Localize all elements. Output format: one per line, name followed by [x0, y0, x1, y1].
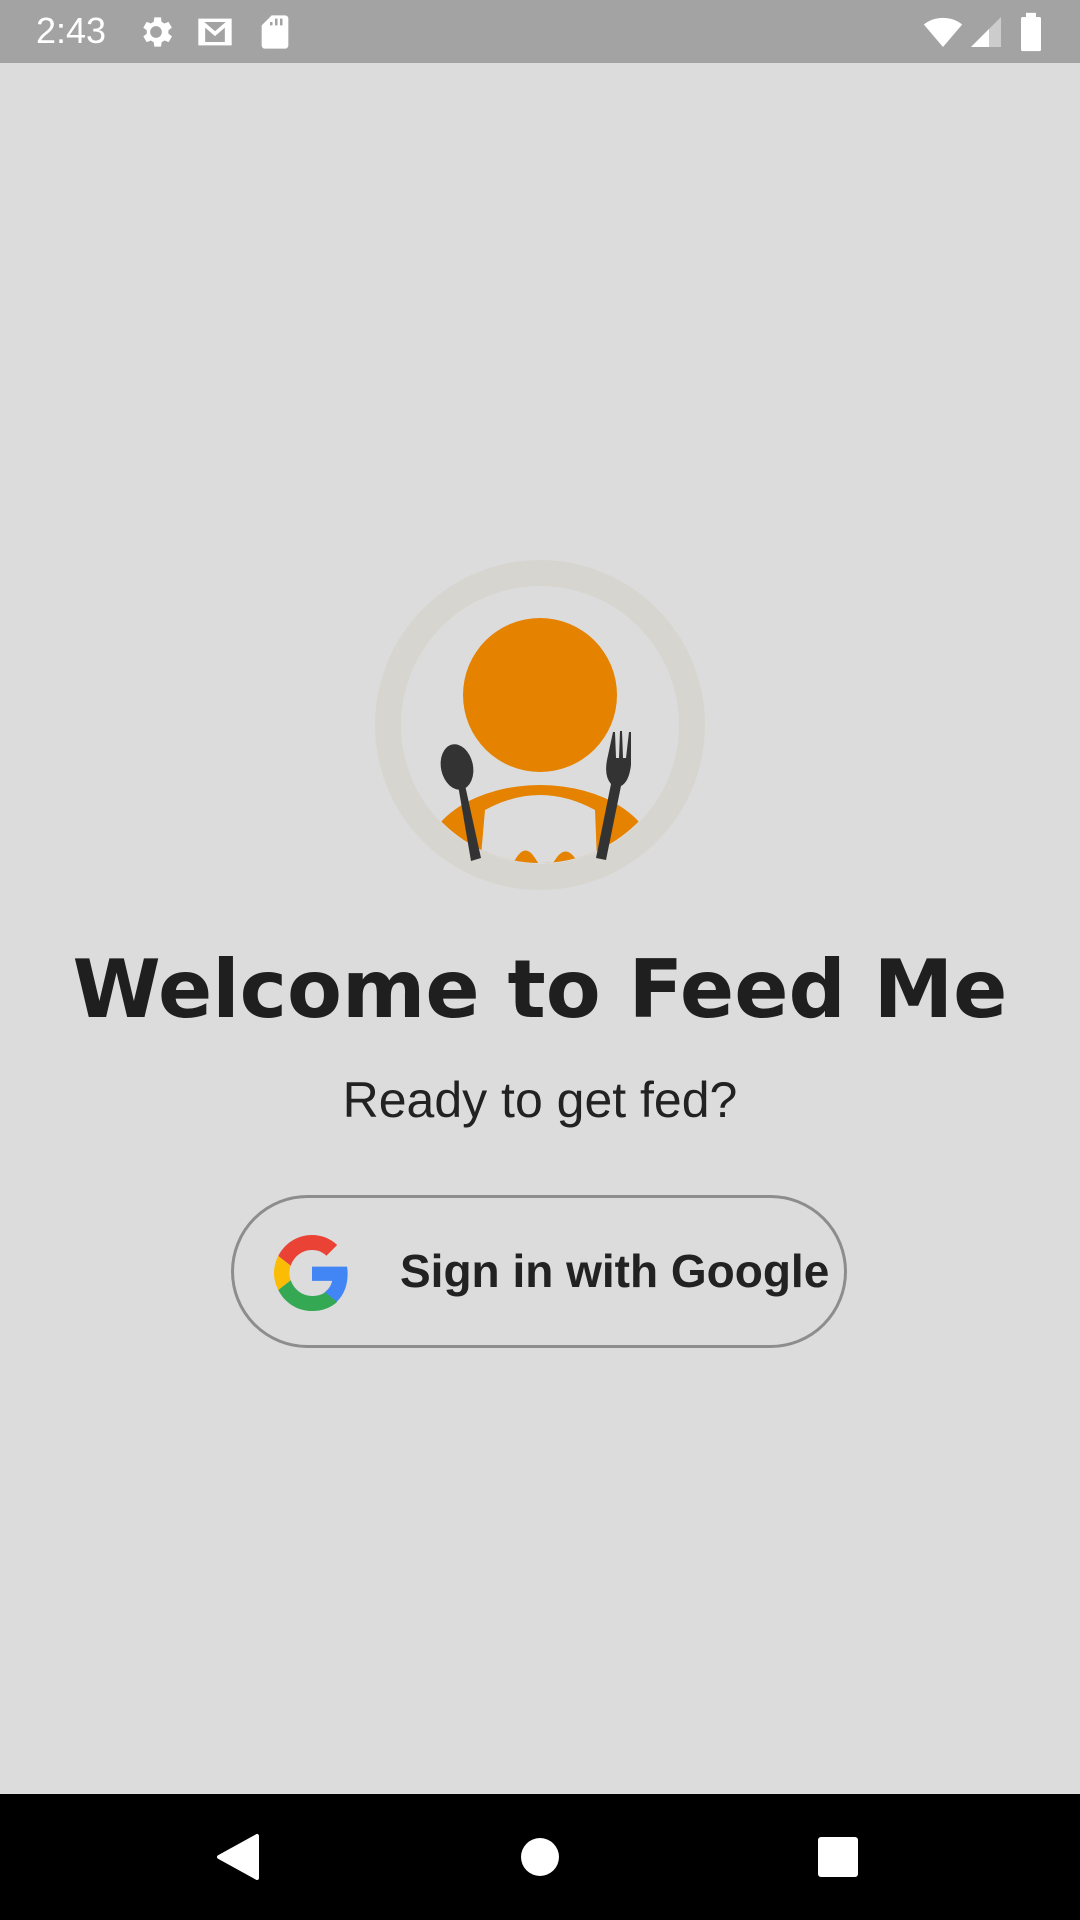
page-subtitle: Ready to get fed? [342, 1072, 738, 1128]
battery-icon [1021, 12, 1041, 52]
google-icon [274, 1235, 348, 1311]
google-sign-in-button[interactable]: Sign in with Google [231, 1195, 847, 1348]
home-icon[interactable] [515, 1832, 565, 1882]
settings-icon [143, 17, 172, 47]
status-time: 2:43 [36, 10, 107, 51]
cell-signal-icon [971, 17, 1001, 47]
feed-me-logo [375, 560, 705, 890]
google-sign-in-label: Sign in with Google [400, 1245, 830, 1297]
wifi-icon [923, 17, 963, 47]
app-screen: 2:43 Welcome to Feed Me Ready to get fed… [0, 0, 1080, 1920]
status-bar: 2:43 [0, 0, 1080, 63]
recents-icon[interactable] [813, 1832, 863, 1882]
back-icon[interactable] [213, 1832, 263, 1882]
gmail-icon [198, 18, 232, 46]
sd-card-icon [261, 15, 289, 49]
navigation-bar [0, 1794, 1080, 1920]
page-title: Welcome to Feed Me [72, 943, 1008, 1036]
